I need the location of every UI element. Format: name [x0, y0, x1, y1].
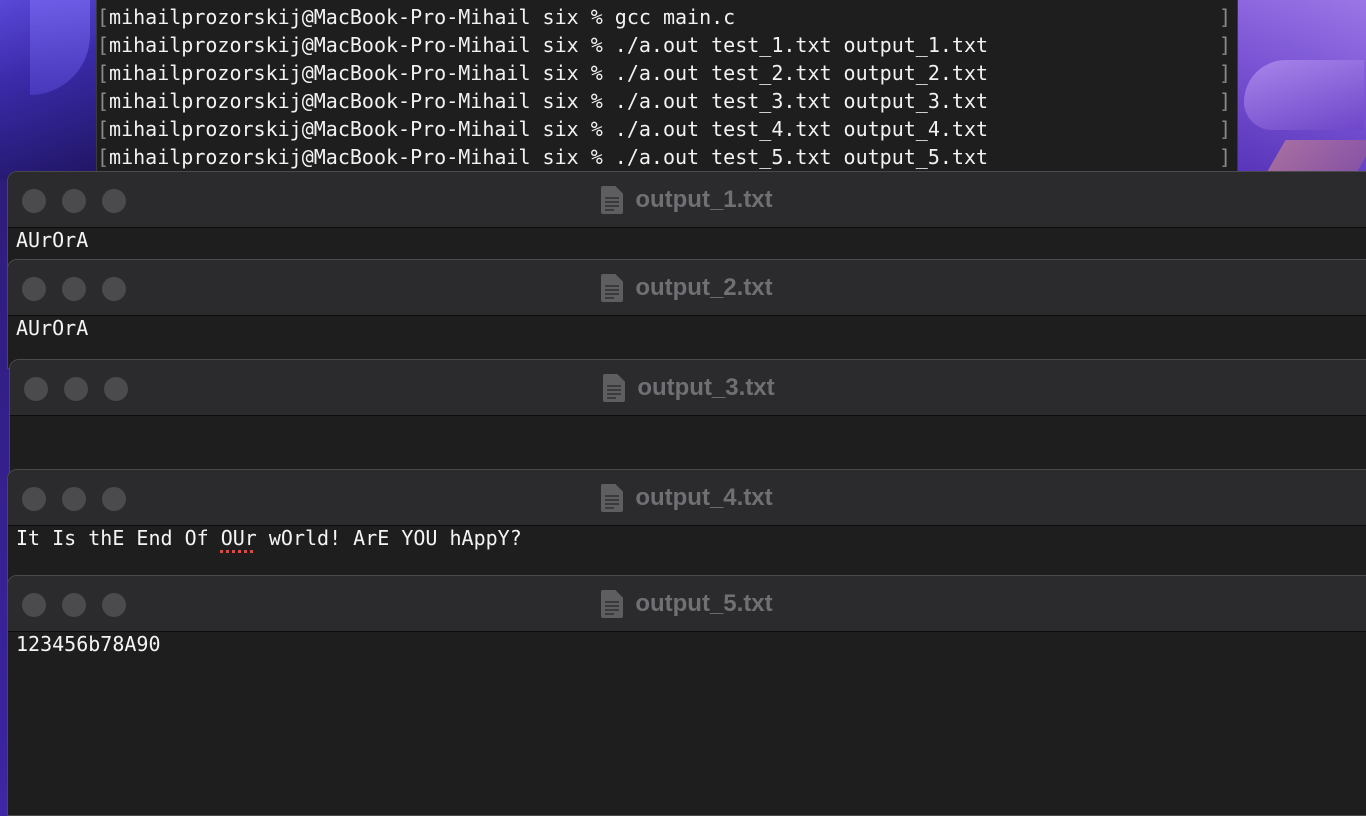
line-bracket-left: [: [97, 5, 110, 29]
terminal-prompt: mihailprozorskij@MacBook-Pro-Mihail six …: [109, 89, 615, 113]
window-titlebar[interactable]: output_2.txt: [8, 260, 1366, 316]
terminal-command: ./a.out test_5.txt output_5.txt: [614, 145, 989, 169]
line-bracket-left: [: [97, 33, 110, 57]
editor-window-output-1[interactable]: output_1.txt AUrOrA: [7, 171, 1366, 271]
terminal-line: [mihailprozorskij@MacBook-Pro-Mihail six…: [97, 115, 1237, 143]
content-text: wOrld! ArE YOU hAppY?: [256, 526, 522, 550]
terminal-command: ./a.out test_2.txt output_2.txt: [614, 61, 989, 85]
document-icon: [601, 484, 624, 512]
line-bracket-right: ]: [1218, 61, 1231, 85]
terminal-prompt: mihailprozorskij@MacBook-Pro-Mihail six …: [109, 33, 615, 57]
window-title-text: output_1.txt: [635, 186, 773, 213]
desktop-wallpaper-right: [1234, 0, 1366, 180]
document-content[interactable]: 123456b78A90: [8, 632, 1366, 656]
line-bracket-left: [: [97, 145, 110, 169]
window-titlebar[interactable]: output_3.txt: [10, 360, 1366, 416]
window-titlebar[interactable]: output_4.txt: [8, 470, 1366, 526]
desktop-wallpaper-left: [0, 0, 100, 180]
window-title: output_3.txt: [10, 360, 1366, 416]
window-titlebar[interactable]: output_5.txt: [8, 576, 1366, 632]
document-icon: [601, 186, 624, 214]
line-bracket-right: ]: [1218, 89, 1231, 113]
terminal-line: [mihailprozorskij@MacBook-Pro-Mihail six…: [97, 143, 1237, 171]
misspelled-word[interactable]: OUr: [221, 526, 257, 550]
line-bracket-left: [: [97, 89, 110, 113]
editor-window-output-3[interactable]: output_3.txt: [9, 359, 1366, 479]
document-content[interactable]: AUrOrA: [8, 228, 1366, 252]
editor-window-output-2[interactable]: output_2.txt AUrOrA: [7, 259, 1366, 369]
terminal-prompt: mihailprozorskij@MacBook-Pro-Mihail six …: [109, 117, 615, 141]
document-icon: [601, 274, 624, 302]
window-title: output_5.txt: [8, 576, 1366, 632]
window-title-text: output_5.txt: [635, 590, 773, 617]
line-bracket-left: [: [97, 117, 110, 141]
window-title: output_2.txt: [8, 260, 1366, 316]
window-title: output_1.txt: [8, 172, 1366, 228]
terminal-line: [mihailprozorskij@MacBook-Pro-Mihail six…: [97, 31, 1237, 59]
terminal-prompt: mihailprozorskij@MacBook-Pro-Mihail six …: [109, 5, 615, 29]
document-content[interactable]: AUrOrA: [8, 316, 1366, 340]
terminal-window[interactable]: [mihailprozorskij@MacBook-Pro-Mihail six…: [96, 0, 1238, 180]
terminal-command: ./a.out test_4.txt output_4.txt: [614, 117, 989, 141]
line-bracket-right: ]: [1218, 145, 1231, 169]
line-bracket-left: [: [97, 61, 110, 85]
terminal-prompt: mihailprozorskij@MacBook-Pro-Mihail six …: [109, 145, 615, 169]
terminal-line: [mihailprozorskij@MacBook-Pro-Mihail six…: [97, 3, 1237, 31]
document-icon: [603, 374, 626, 402]
terminal-line: [mihailprozorskij@MacBook-Pro-Mihail six…: [97, 87, 1237, 115]
terminal-command: gcc main.c: [614, 5, 736, 29]
terminal-line: [mihailprozorskij@MacBook-Pro-Mihail six…: [97, 59, 1237, 87]
content-text: It Is thE End Of: [16, 526, 221, 550]
terminal-command: ./a.out test_3.txt output_3.txt: [614, 89, 989, 113]
terminal-command: ./a.out test_1.txt output_1.txt: [614, 33, 989, 57]
editor-window-output-4[interactable]: output_4.txt It Is thE End Of OUr wOrld!…: [7, 469, 1366, 585]
window-title-text: output_3.txt: [637, 374, 775, 401]
window-titlebar[interactable]: output_1.txt: [8, 172, 1366, 228]
editor-window-output-5[interactable]: output_5.txt 123456b78A90: [7, 575, 1366, 816]
line-bracket-right: ]: [1218, 117, 1231, 141]
document-icon: [601, 590, 624, 618]
window-title-text: output_4.txt: [635, 484, 773, 511]
terminal-prompt: mihailprozorskij@MacBook-Pro-Mihail six …: [109, 61, 615, 85]
document-content[interactable]: It Is thE End Of OUr wOrld! ArE YOU hApp…: [8, 526, 1366, 550]
window-title-text: output_2.txt: [635, 274, 773, 301]
line-bracket-right: ]: [1218, 5, 1231, 29]
window-title: output_4.txt: [8, 470, 1366, 526]
line-bracket-right: ]: [1218, 33, 1231, 57]
